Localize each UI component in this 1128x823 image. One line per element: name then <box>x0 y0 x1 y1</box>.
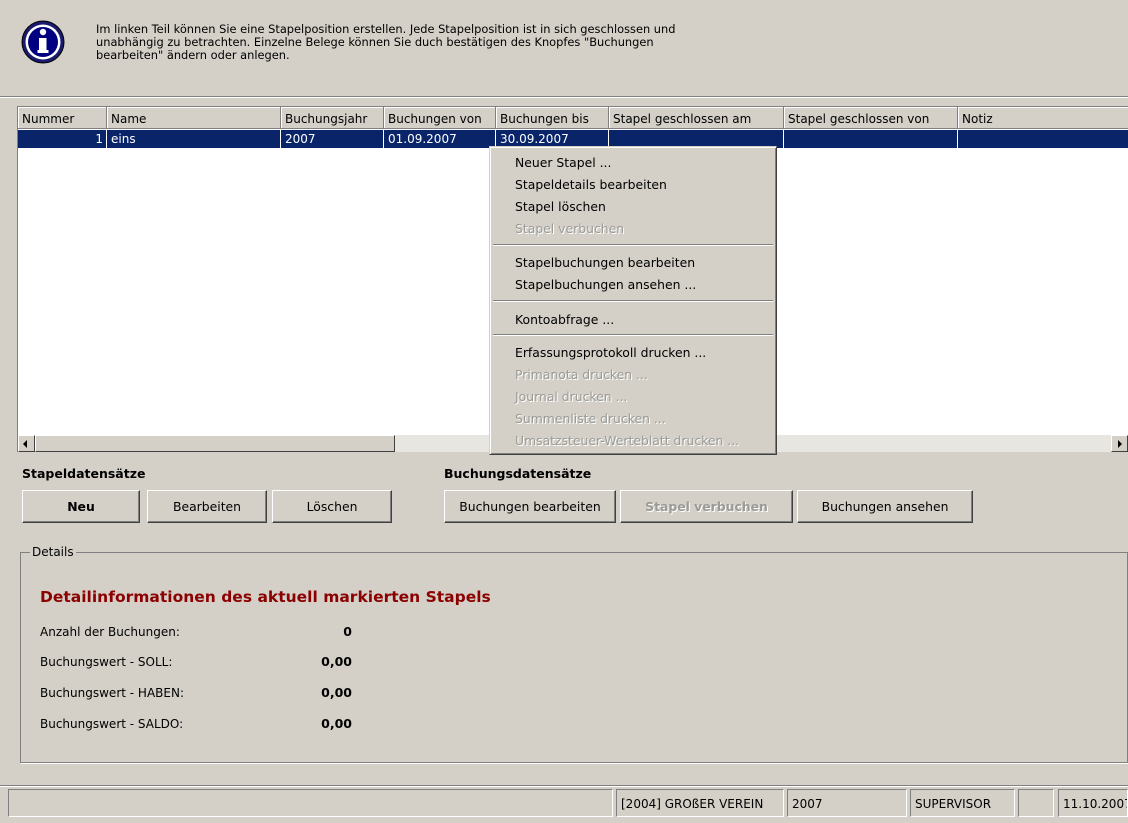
edit-bookings-button[interactable]: Buchungen bearbeiten <box>444 490 616 523</box>
arrow-left-icon <box>23 440 27 448</box>
soll-label: Buchungswert - SOLL: <box>40 655 173 669</box>
column-header-buchungsjahr[interactable]: Buchungsjahr <box>281 107 384 129</box>
menu-item-journal-drucken: Journal drucken ... <box>515 389 628 404</box>
column-header-buchungen-von[interactable]: Buchungen von <box>384 107 496 129</box>
details-group <box>20 552 1128 763</box>
haben-label: Buchungswert - HABEN: <box>40 686 184 700</box>
cell-buchungen-von: 01.09.2007 <box>384 130 496 148</box>
column-header-buchungen-bis[interactable]: Buchungen bis <box>496 107 609 129</box>
arrow-right-icon <box>1118 440 1122 448</box>
header-divider <box>0 96 1128 98</box>
column-header-notiz[interactable]: Notiz <box>958 107 1128 129</box>
menu-item-summenliste-drucken: Summenliste drucken ... <box>515 411 666 426</box>
status-panel-empty <box>8 789 613 817</box>
menu-item-umsatzsteuer-werteblatt-drucken: Umsatzsteuer-Werteblatt drucken ... <box>515 433 740 448</box>
menu-item-stapel-loeschen[interactable]: Stapel löschen <box>515 199 606 214</box>
buchungen-section-title: Buchungsdatensätze <box>444 466 592 481</box>
context-menu: Neuer Stapel ... Stapeldetails bearbeite… <box>489 146 777 455</box>
soll-value: 0,00 <box>321 654 352 669</box>
scroll-left-button[interactable] <box>18 435 35 452</box>
status-user: SUPERVISOR <box>910 789 1015 817</box>
cell-nummer: 1 <box>18 130 107 148</box>
cell-buchungsjahr: 2007 <box>281 130 384 148</box>
view-bookings-button[interactable]: Buchungen ansehen <box>797 490 973 523</box>
menu-item-stapel-verbuchen: Stapel verbuchen <box>515 221 625 236</box>
scroll-right-button[interactable] <box>1111 435 1128 452</box>
saldo-value: 0,00 <box>321 716 352 731</box>
info-icon <box>21 20 65 64</box>
scroll-thumb[interactable] <box>35 435 395 452</box>
details-title: Detailinformationen des aktuell markiert… <box>40 588 491 606</box>
cell-geschlossen-von <box>784 130 958 148</box>
new-button[interactable]: Neu <box>22 490 140 523</box>
haben-value: 0,00 <box>321 685 352 700</box>
status-date: 11.10.2007 <box>1058 789 1128 817</box>
status-club: [2004] GROßER VEREIN <box>616 789 784 817</box>
saldo-label: Buchungswert - SALDO: <box>40 717 184 731</box>
cell-notiz <box>958 130 1128 148</box>
menu-item-erfassungsprotokoll-drucken[interactable]: Erfassungsprotokoll drucken ... <box>515 345 706 360</box>
menu-item-stapelbuchungen-ansehen[interactable]: Stapelbuchungen ansehen ... <box>515 277 696 292</box>
edit-button[interactable]: Bearbeiten <box>147 490 267 523</box>
menu-item-primanota-drucken: Primanota drucken ... <box>515 367 648 382</box>
menu-item-neuer-stapel[interactable]: Neuer Stapel ... <box>515 155 611 170</box>
menu-separator <box>493 244 773 246</box>
status-year: 2007 <box>787 789 907 817</box>
column-header-nummer[interactable]: Nummer <box>18 107 107 129</box>
menu-separator <box>493 334 773 336</box>
count-label: Anzahl der Buchungen: <box>40 625 180 639</box>
delete-button[interactable]: Löschen <box>272 490 392 523</box>
column-header-geschlossen-von[interactable]: Stapel geschlossen von <box>784 107 958 129</box>
status-extra <box>1018 789 1054 817</box>
info-text: Im linken Teil können Sie eine Stapelpos… <box>96 23 746 62</box>
details-legend: Details <box>30 545 76 559</box>
cell-name: eins <box>107 130 281 148</box>
menu-item-stapelbuchungen-bearbeiten[interactable]: Stapelbuchungen bearbeiten <box>515 255 695 270</box>
count-value: 0 <box>343 624 352 639</box>
post-batch-button: Stapel verbuchen <box>620 490 793 523</box>
stapel-section-title: Stapeldatensätze <box>22 466 146 481</box>
menu-item-kontoabfrage[interactable]: Kontoabfrage ... <box>515 312 614 327</box>
column-header-geschlossen-am[interactable]: Stapel geschlossen am <box>609 107 784 129</box>
info-line: bearbeiten" ändern oder anlegen. <box>96 48 290 62</box>
status-divider <box>0 785 1128 787</box>
menu-item-stapeldetails-bearbeiten[interactable]: Stapeldetails bearbeiten <box>515 177 667 192</box>
column-header-name[interactable]: Name <box>107 107 281 129</box>
menu-separator <box>493 300 773 302</box>
